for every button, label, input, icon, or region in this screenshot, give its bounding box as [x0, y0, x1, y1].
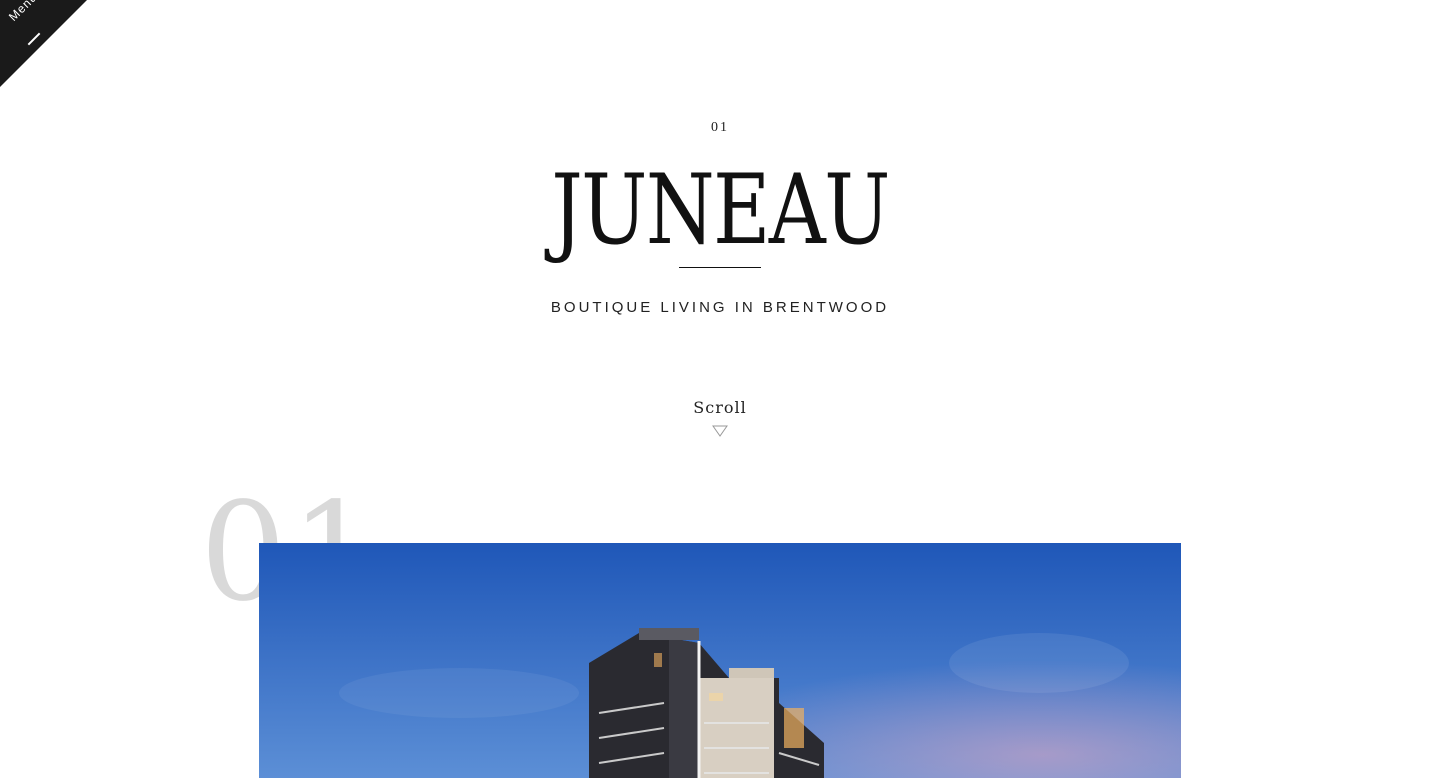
page-title: JUNEAU	[551, 154, 890, 266]
scroll-button[interactable]: Scroll	[670, 398, 770, 448]
chevron-down-icon	[712, 425, 728, 437]
scroll-label: Scroll	[693, 398, 747, 417]
menu-button[interactable]: Menu	[0, 0, 90, 90]
title-divider	[679, 267, 761, 268]
hero-index: 01	[711, 120, 729, 135]
building-illustration	[259, 543, 1181, 778]
building-image	[259, 543, 1181, 778]
hero-subtitle: BOUTIQUE LIVING IN BRENTWOOD	[550, 299, 890, 316]
